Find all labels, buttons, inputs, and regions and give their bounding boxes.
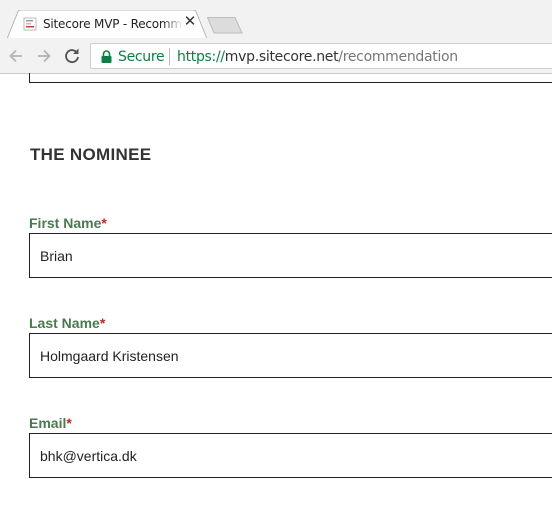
section-title: THE NOMINEE bbox=[30, 145, 152, 164]
required-marker: * bbox=[66, 415, 72, 431]
browser-toolbar: Secure https://mvp.sitecore.net/recommen… bbox=[0, 39, 552, 74]
site-favicon-icon bbox=[23, 17, 37, 31]
security-indicator[interactable]: Secure bbox=[118, 49, 165, 65]
required-marker: * bbox=[99, 315, 106, 331]
reload-icon[interactable] bbox=[62, 46, 82, 66]
previous-field-bottom bbox=[29, 73, 552, 83]
lock-icon bbox=[101, 50, 112, 63]
back-arrow-icon[interactable] bbox=[6, 46, 26, 66]
tab-strip: Sitecore MVP - Recommendation ✕ bbox=[0, 0, 552, 39]
tab-title: Sitecore MVP - Recommendation bbox=[43, 17, 183, 31]
browser-tab[interactable]: Sitecore MVP - Recommendation ✕ bbox=[7, 10, 207, 39]
last-name-label: Last Name* bbox=[29, 315, 105, 331]
email-label: Email* bbox=[29, 415, 72, 431]
address-bar[interactable]: Secure https://mvp.sitecore.net/recommen… bbox=[90, 43, 552, 69]
new-tab-button[interactable] bbox=[207, 16, 243, 34]
omnibox-divider bbox=[169, 48, 170, 65]
url-scheme: https:// bbox=[177, 49, 225, 65]
last-name-input[interactable] bbox=[29, 333, 552, 378]
url-path: /recommendation bbox=[338, 49, 458, 65]
url-text[interactable]: https://mvp.sitecore.net/recommendation bbox=[177, 49, 458, 65]
email-input[interactable] bbox=[29, 433, 552, 478]
first-name-label: First Name* bbox=[29, 215, 107, 231]
page-content: THE NOMINEE First Name* Last Name* Email… bbox=[0, 73, 552, 505]
first-name-label-text: First Name bbox=[29, 215, 102, 231]
forward-arrow-icon[interactable] bbox=[34, 46, 54, 66]
url-host: mvp.sitecore.net bbox=[224, 49, 339, 65]
required-marker: * bbox=[101, 215, 107, 231]
email-label-text: Email bbox=[29, 415, 67, 431]
last-name-label-text: Last Name bbox=[29, 315, 100, 331]
first-name-input[interactable] bbox=[29, 233, 552, 278]
close-icon[interactable]: ✕ bbox=[183, 14, 197, 29]
